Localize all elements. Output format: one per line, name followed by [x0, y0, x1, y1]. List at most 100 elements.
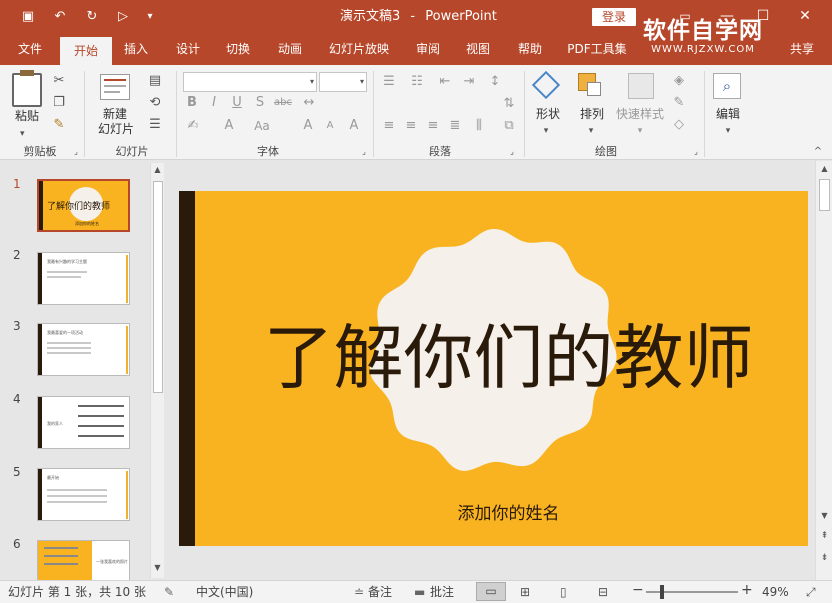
increase-font-icon[interactable]: A	[300, 117, 316, 135]
tab-review[interactable]: 审阅	[406, 34, 450, 65]
save-icon[interactable]: ▣	[18, 7, 38, 27]
tab-insert[interactable]: 插入	[114, 34, 158, 65]
strikethrough-icon[interactable]: abc	[272, 94, 294, 112]
font-size-combobox[interactable]: ▾	[319, 72, 367, 92]
slide-thumbnail-4[interactable]: 我的家人	[37, 396, 130, 449]
arrange-button[interactable]: 排列	[572, 107, 612, 121]
numbering-icon[interactable]: ☷	[408, 73, 426, 91]
slide-canvas[interactable]: 了解你们的教师 添加你的姓名	[179, 191, 808, 546]
tab-design[interactable]: 设计	[166, 34, 210, 65]
layout-icon[interactable]: ▤	[146, 72, 164, 90]
tab-help[interactable]: 帮助	[508, 34, 552, 65]
undo-icon[interactable]: ↶	[50, 7, 70, 27]
columns-icon[interactable]: ⫼	[470, 117, 488, 135]
reset-icon[interactable]: ⟲	[146, 94, 164, 112]
notes-icon[interactable]: ≐	[354, 584, 364, 600]
scroll-down-icon[interactable]: ▼	[152, 563, 163, 575]
character-spacing-icon[interactable]: ↔	[298, 94, 320, 112]
quick-styles-button[interactable]: 快速样式	[610, 107, 670, 121]
search-icon[interactable]: ⌕	[713, 73, 741, 99]
tab-slideshow[interactable]: 幻灯片放映	[322, 34, 396, 65]
zoom-level[interactable]: 49%	[762, 584, 789, 600]
scrollbar-thumb[interactable]	[153, 181, 163, 393]
bullets-icon[interactable]: ☰	[380, 73, 398, 91]
align-center-icon[interactable]: ≡	[402, 117, 420, 135]
arrange-icon[interactable]	[578, 73, 601, 96]
align-left-icon[interactable]: ≡	[380, 117, 398, 135]
justify-icon[interactable]: ≣	[446, 117, 464, 135]
slide-thumbnail-1[interactable]: 了解你们的教师 添加你的姓名	[37, 179, 130, 232]
increase-indent-icon[interactable]: ⇥	[460, 73, 478, 91]
scroll-down-icon[interactable]: ▼	[819, 511, 830, 523]
tab-pdf-tools[interactable]: PDF工具集	[562, 34, 632, 65]
tab-view[interactable]: 视图	[456, 34, 500, 65]
shapes-icon[interactable]	[531, 70, 561, 100]
slide-scrollbar[interactable]: ▲ ▼ ⇞ ⇟	[815, 161, 832, 580]
clipboard-launcher-icon[interactable]: ⌟	[72, 143, 80, 161]
spell-check-icon[interactable]: ✎	[164, 584, 174, 600]
slide-thumbnail-6[interactable]: 一张我喜欢的照片	[37, 540, 130, 580]
redo-icon[interactable]: ↻	[82, 7, 102, 27]
underline-icon[interactable]: U	[229, 94, 245, 112]
comments-icon[interactable]: ▬	[414, 584, 425, 600]
format-painter-icon[interactable]: ✎	[50, 116, 68, 134]
share-button[interactable]: 共享	[778, 34, 826, 65]
editing-button[interactable]: 编辑	[708, 107, 748, 121]
notes-button[interactable]: 备注	[368, 584, 392, 600]
font-launcher-icon[interactable]: ⌟	[360, 143, 368, 161]
paste-icon[interactable]	[12, 70, 42, 107]
tab-transitions[interactable]: 切换	[216, 34, 260, 65]
line-spacing-icon[interactable]: ↕	[486, 73, 504, 91]
zoom-slider-thumb[interactable]	[660, 585, 664, 599]
next-slide-icon[interactable]: ⇟	[819, 553, 830, 565]
copy-icon[interactable]: ❐	[50, 94, 68, 112]
slide-subtitle[interactable]: 添加你的姓名	[209, 503, 808, 525]
tab-file[interactable]: 文件	[8, 34, 52, 65]
paste-button[interactable]: 粘贴	[10, 109, 44, 123]
scrollbar-thumb[interactable]	[819, 179, 830, 211]
shape-effects-icon[interactable]: ◇	[670, 116, 688, 134]
decrease-indent-icon[interactable]: ⇤	[436, 73, 454, 91]
zoom-in-button[interactable]: +	[741, 582, 753, 598]
normal-view-icon[interactable]: ▭	[476, 582, 506, 601]
slide-title[interactable]: 了解你们的教师	[209, 313, 808, 403]
scroll-up-icon[interactable]: ▲	[819, 164, 830, 176]
customize-quick-access-icon[interactable]: ▾	[140, 7, 160, 27]
new-slide-icon[interactable]	[100, 74, 130, 100]
shape-outline-icon[interactable]: ✎	[670, 94, 688, 112]
slideshow-icon[interactable]: ⊟	[598, 584, 608, 600]
slide-sorter-icon[interactable]: ⊞	[520, 584, 530, 600]
close-button[interactable]: ✕	[790, 4, 820, 28]
drawing-launcher-icon[interactable]: ⌟	[692, 143, 700, 161]
change-case-icon[interactable]: Aa	[252, 117, 272, 135]
text-direction-icon[interactable]: ⇅	[500, 95, 518, 113]
slide-thumbnail-5[interactable]: 最开始	[37, 468, 130, 521]
comments-button[interactable]: 批注	[430, 584, 454, 600]
tab-home[interactable]: 开始	[60, 37, 112, 65]
cut-icon[interactable]: ✂	[50, 72, 68, 90]
section-icon[interactable]: ☰	[146, 116, 164, 134]
smartart-icon[interactable]: ⧉	[500, 117, 518, 135]
start-from-beginning-icon[interactable]: ▷	[113, 7, 133, 27]
thumbnail-scrollbar[interactable]: ▲ ▼	[150, 163, 164, 578]
italic-icon[interactable]: I	[206, 94, 222, 112]
tab-animations[interactable]: 动画	[268, 34, 312, 65]
collapse-ribbon-icon[interactable]: ^	[812, 143, 824, 161]
previous-slide-icon[interactable]: ⇞	[819, 531, 830, 543]
align-right-icon[interactable]: ≡	[424, 117, 442, 135]
new-slide-button[interactable]: 新建	[92, 107, 138, 121]
bold-icon[interactable]: B	[184, 94, 200, 112]
shapes-button[interactable]: 形状	[530, 107, 566, 121]
decrease-font-icon[interactable]: A	[322, 117, 338, 135]
highlight-icon[interactable]: ✍	[186, 117, 200, 135]
scroll-up-icon[interactable]: ▲	[152, 165, 163, 177]
font-name-combobox[interactable]: ▾	[183, 72, 317, 92]
slide-thumbnail-3[interactable]: 我最喜爱的一项活动	[37, 323, 130, 376]
font-color-icon[interactable]: A	[222, 117, 236, 135]
quick-styles-icon[interactable]	[628, 73, 654, 99]
language-status[interactable]: 中文(中国)	[196, 584, 253, 600]
clear-formatting-icon[interactable]: A	[346, 117, 362, 135]
shape-fill-icon[interactable]: ◈	[670, 72, 688, 90]
paste-dropdown-icon[interactable]: ▾	[20, 125, 25, 143]
fit-slide-icon[interactable]: ⤢	[806, 584, 816, 600]
